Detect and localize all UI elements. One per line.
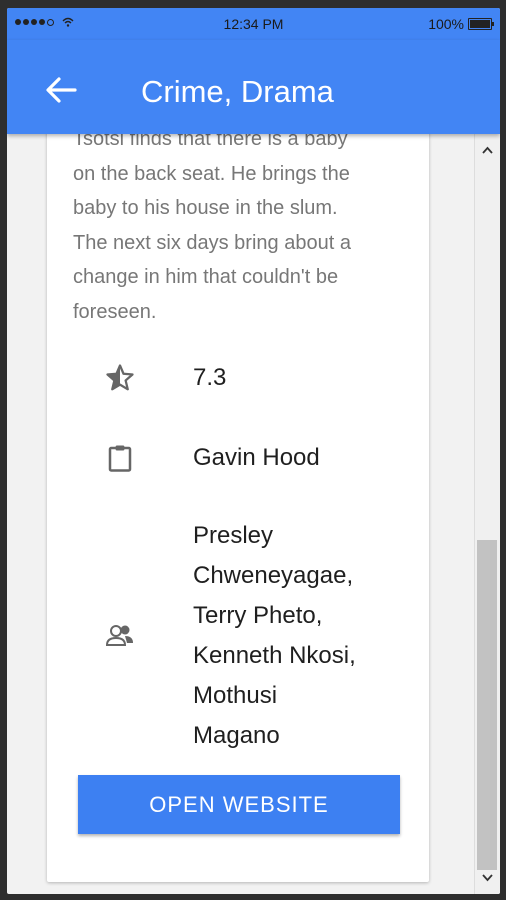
arrow-left-icon[interactable]	[45, 76, 77, 104]
people-icon	[105, 625, 133, 646]
battery-percentage: 100%	[428, 16, 464, 32]
chevron-up-icon[interactable]	[475, 140, 500, 160]
status-time: 12:34 PM	[223, 16, 284, 32]
cast-line: Presley	[193, 522, 274, 549]
chevron-down-icon[interactable]	[475, 868, 500, 888]
content-scroll-area: Tsotsi finds that there is a baby on the…	[7, 134, 475, 894]
status-bar: 12:34 PM 100%	[7, 8, 500, 40]
description-line: on the back seat. He brings the	[73, 162, 350, 185]
description-line: The next six days bring about a	[73, 231, 351, 254]
rating-row: 7.3	[47, 358, 429, 398]
cast-line: Mothusi	[193, 682, 278, 709]
star-half-icon	[106, 364, 134, 391]
battery-icon	[468, 18, 494, 30]
description-line: Tsotsi finds that there is a baby	[73, 134, 348, 150]
phone-screen: 12:34 PM 100% Crime, Drama Tsotsi finds …	[7, 8, 500, 894]
page-title: Crime, Drama	[141, 74, 334, 109]
movie-description: Tsotsi finds that there is a baby on the…	[73, 134, 413, 329]
director-row: Gavin Hood	[47, 438, 429, 478]
director-name: Gavin Hood	[193, 444, 320, 471]
cast-list: Presley Chweneyagae, Terry Pheto, Kennet…	[193, 516, 356, 756]
description-line: baby to his house in the slum.	[73, 197, 338, 219]
rating-value: 7.3	[193, 364, 227, 391]
scrollbar[interactable]	[474, 134, 500, 894]
cast-line: Terry Pheto,	[193, 602, 323, 629]
cast-line: Magano	[193, 722, 280, 749]
cast-line: Kenneth Nkosi,	[193, 642, 356, 669]
clipboard-icon	[108, 445, 132, 472]
open-website-button[interactable]: OPEN WEBSITE	[78, 775, 400, 834]
cast-row: Presley Chweneyagae, Terry Pheto, Kennet…	[47, 516, 429, 756]
movie-detail-card: Tsotsi finds that there is a baby on the…	[47, 134, 429, 882]
scrollbar-thumb[interactable]	[477, 540, 497, 870]
app-bar: Crime, Drama	[7, 40, 500, 134]
cast-line: Chweneyagae,	[193, 562, 354, 589]
description-line: change in him that couldn't be	[73, 266, 339, 288]
description-line: foreseen.	[73, 300, 157, 323]
